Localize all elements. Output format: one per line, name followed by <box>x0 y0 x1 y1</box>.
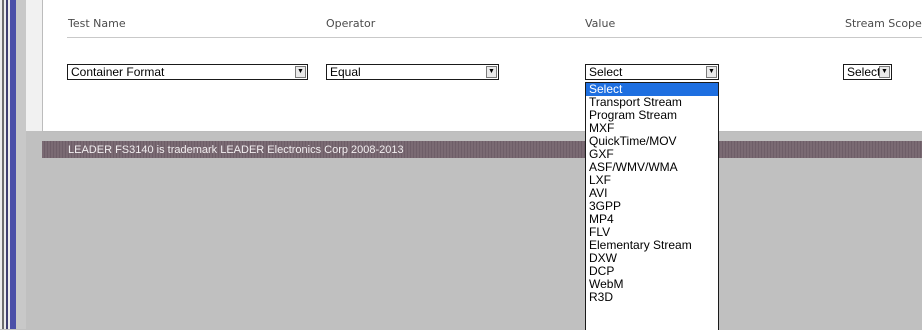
operator-select[interactable]: Equal ▼ <box>326 64 499 80</box>
chevron-down-icon[interactable]: ▼ <box>706 66 717 78</box>
chevron-down-icon[interactable]: ▼ <box>879 66 890 78</box>
test-name-select[interactable]: Container Format ▼ <box>67 64 308 80</box>
operator-select-value: Equal <box>330 65 361 79</box>
chevron-down-icon[interactable]: ▼ <box>486 66 497 78</box>
stream-scope-select-value: Select <box>847 65 881 79</box>
header-divider <box>67 37 922 38</box>
footer-trademark-text: LEADER FS3140 is trademark LEADER Electr… <box>68 144 404 156</box>
header-stream-scope: Stream Scope <box>845 17 922 30</box>
value-dropdown-list[interactable]: Select Transport Stream Program Stream MXF Q… <box>585 82 719 330</box>
footer-bar: LEADER FS3140 is trademark LEADER Electr… <box>42 141 922 158</box>
header-test-name: Test Name <box>68 17 126 30</box>
value-select-value: Select <box>589 65 623 79</box>
stream-scope-select[interactable]: Select ▼ <box>843 64 892 80</box>
chevron-down-icon[interactable]: ▼ <box>295 66 306 78</box>
left-border <box>0 0 10 329</box>
header-value: Value <box>585 17 616 30</box>
dropdown-option[interactable]: R3D <box>586 291 718 304</box>
left-border-line <box>6 0 8 329</box>
panel-edge <box>26 0 43 131</box>
side-gap <box>16 0 26 329</box>
header-operator: Operator <box>326 17 376 30</box>
left-border-line <box>2 0 4 329</box>
test-name-select-value: Container Format <box>71 65 165 79</box>
value-select[interactable]: Select ▼ <box>585 64 719 80</box>
